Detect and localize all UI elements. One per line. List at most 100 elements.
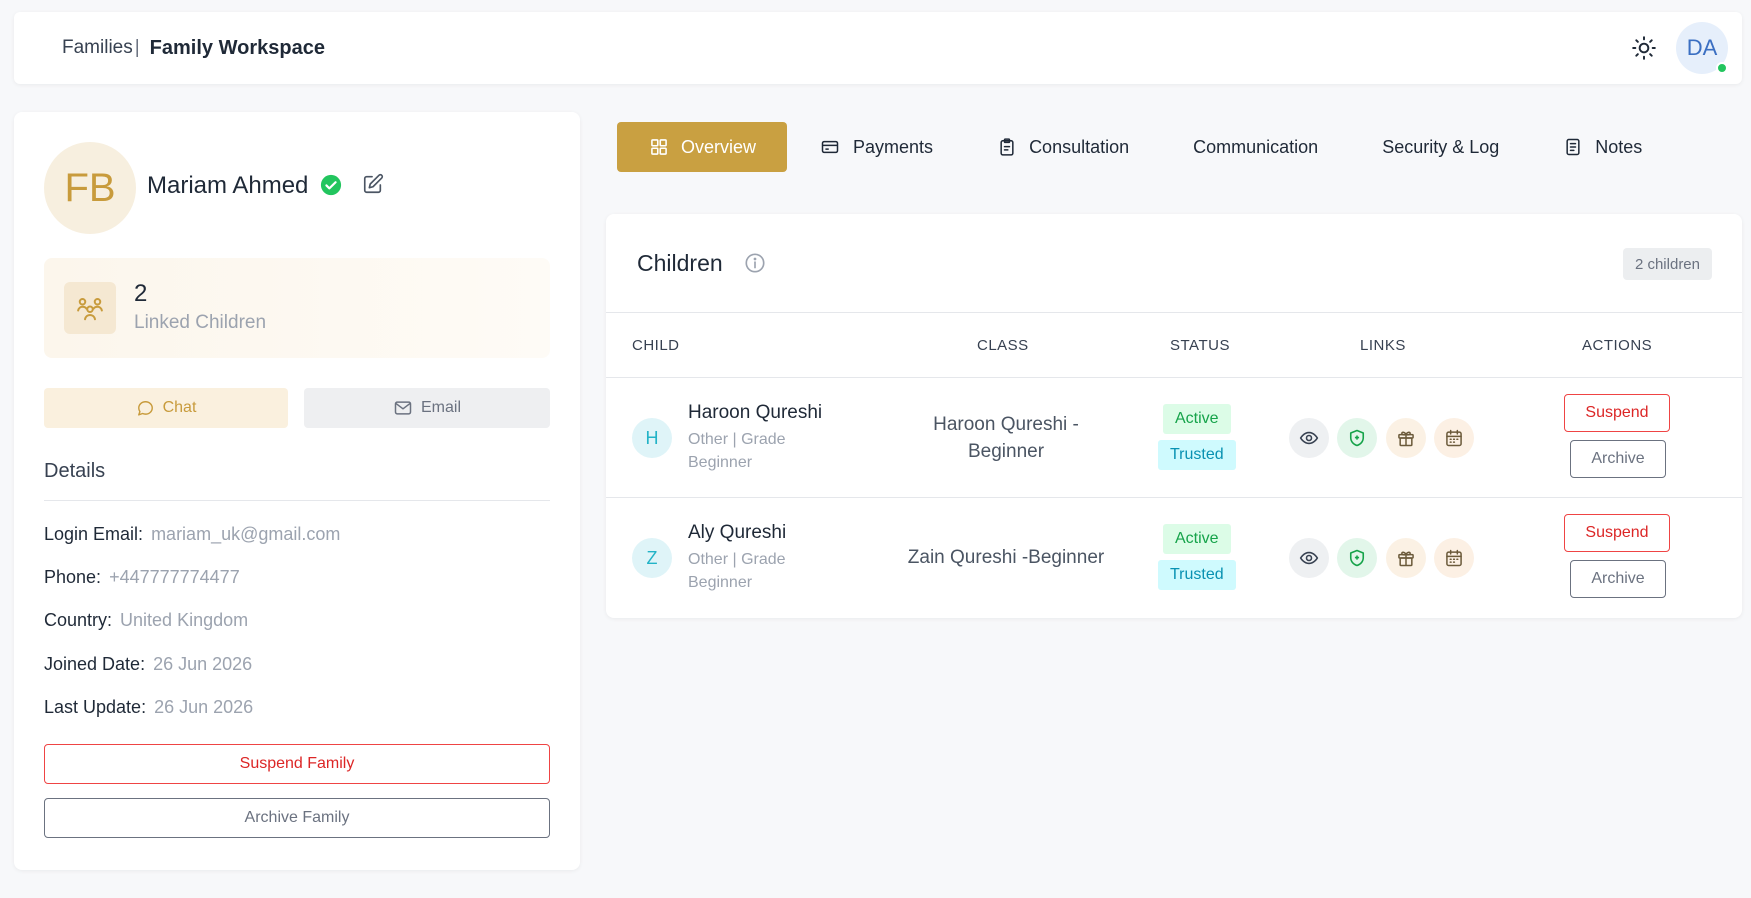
column-header-status: STATUS [1170, 337, 1230, 354]
chat-button[interactable]: Chat [44, 388, 288, 428]
tab-payments[interactable]: Payments [787, 122, 965, 172]
schedule-link-button[interactable] [1434, 538, 1474, 578]
document-icon [1563, 136, 1583, 158]
detail-last-update: Last Update: 26 Jun 2026 [44, 697, 253, 718]
rewards-link-button[interactable] [1386, 418, 1426, 458]
info-icon[interactable] [744, 252, 766, 274]
detail-label: Login Email: [44, 524, 144, 544]
tab-consultation[interactable]: Consultation [965, 122, 1161, 172]
children-card: Children 2 children CHILD CLASS STATUS L… [606, 214, 1742, 618]
tab-label: Notes [1595, 136, 1643, 157]
calendar-icon [1446, 549, 1462, 567]
detail-label: Last Update: [44, 697, 147, 717]
security-link-button[interactable] [1337, 418, 1377, 458]
detail-value: 26 Jun 2026 [154, 697, 254, 717]
mail-icon [393, 398, 413, 418]
child-subtitle: Other | Grade Beginner [688, 551, 786, 591]
suspend-child-button[interactable]: Suspend [1564, 394, 1670, 432]
online-status-dot [1716, 62, 1728, 74]
child-subtitle: Other | Grade Beginner [688, 431, 786, 471]
detail-joined-date: Joined Date: 26 Jun 2026 [44, 654, 252, 675]
child-avatar: Z [632, 538, 672, 578]
user-initials: DA [1686, 35, 1718, 60]
chat-button-label: Chat [162, 399, 197, 416]
family-profile-panel: FB Mariam Ahmed 2 Linked Children Chat E… [14, 112, 580, 870]
sun-icon [1632, 36, 1656, 60]
linked-children-count: 2 [134, 280, 148, 307]
children-count-badge: 2 children [1622, 248, 1712, 280]
detail-login-email: Login Email: mariam_uk@gmail.com [44, 524, 340, 545]
schedule-link-button[interactable] [1434, 418, 1474, 458]
detail-label: Joined Date: [44, 654, 146, 674]
status-badge-active: Active [1163, 404, 1231, 434]
grid-icon [649, 137, 669, 157]
child-class: Haroon Qureshi - Beginner [933, 414, 1079, 462]
email-button-label: Email [420, 399, 461, 416]
suspend-child-button[interactable]: Suspend [1564, 514, 1670, 552]
eye-icon [1299, 551, 1319, 565]
detail-country: Country: United Kingdom [44, 610, 248, 631]
security-link-button[interactable] [1337, 538, 1377, 578]
view-link-button[interactable] [1289, 538, 1329, 578]
detail-value[interactable]: mariam_uk@gmail.com [151, 524, 340, 544]
table-row: Z Aly Qureshi Other | Grade Beginner Zai… [606, 498, 1742, 618]
tab-notes[interactable]: Notes [1531, 122, 1674, 172]
family-name: Mariam Ahmed [147, 172, 309, 199]
table-row: H Haroon Qureshi Other | Grade Beginner … [606, 378, 1742, 498]
tab-label: Overview [681, 136, 757, 157]
detail-value: 26 Jun 2026 [153, 654, 253, 674]
verified-icon [320, 174, 342, 196]
child-class: Zain Qureshi -Beginner [907, 547, 1105, 568]
email-button[interactable]: Email [304, 388, 550, 428]
gift-icon [1398, 431, 1414, 447]
details-heading: Details [44, 460, 106, 482]
workspace-tabs: Overview Payments Consultation Communica… [617, 122, 1674, 172]
linked-children-card: 2 Linked Children [44, 258, 550, 358]
clipboard-icon [997, 136, 1017, 158]
topbar-actions: DA [1626, 22, 1728, 74]
rewards-link-button[interactable] [1386, 538, 1426, 578]
tab-label: Communication [1193, 136, 1319, 157]
detail-phone: Phone: +447777774477 [44, 567, 240, 588]
gift-icon [1398, 551, 1414, 567]
archive-child-button[interactable]: Archive [1570, 440, 1666, 478]
linked-children-label: Linked Children [134, 312, 267, 333]
child-avatar: H [632, 418, 672, 458]
breadcrumb-separator: | [134, 37, 140, 58]
detail-value: +447777774477 [109, 567, 240, 587]
page-title: Family Workspace [149, 36, 325, 59]
edit-icon[interactable] [362, 173, 384, 195]
top-bar: Families | Family Workspace DA [14, 12, 1742, 84]
status-badge-trusted: Trusted [1158, 560, 1236, 590]
breadcrumb-families[interactable]: Families [62, 37, 133, 59]
column-header-child: CHILD [632, 337, 680, 354]
status-badge-active: Active [1163, 524, 1231, 554]
detail-value: United Kingdom [120, 610, 249, 630]
detail-label: Phone: [44, 567, 102, 587]
chat-icon [136, 399, 155, 418]
children-heading: Children [637, 250, 723, 276]
eye-icon [1299, 431, 1319, 445]
theme-toggle-button[interactable] [1626, 30, 1662, 66]
detail-label: Country: [44, 610, 113, 630]
tab-overview[interactable]: Overview [617, 122, 788, 172]
view-link-button[interactable] [1289, 418, 1329, 458]
table-header: CHILD CLASS STATUS LINKS ACTIONS [606, 312, 1742, 378]
shield-icon [1349, 549, 1365, 567]
tab-label: Payments [853, 136, 934, 157]
card-icon [819, 137, 841, 157]
tab-security-log[interactable]: Security & Log [1350, 122, 1531, 172]
archive-child-button[interactable]: Archive [1570, 560, 1666, 598]
shield-icon [1349, 429, 1365, 447]
calendar-icon [1446, 429, 1462, 447]
suspend-family-button[interactable]: Suspend Family [44, 744, 550, 784]
status-badge-trusted: Trusted [1158, 440, 1236, 470]
column-header-class: CLASS [977, 337, 1029, 354]
column-header-actions: ACTIONS [1582, 337, 1653, 354]
user-avatar[interactable]: DA [1676, 22, 1728, 74]
tab-communication[interactable]: Communication [1161, 122, 1350, 172]
archive-family-button[interactable]: Archive Family [44, 798, 550, 838]
child-name[interactable]: Haroon Qureshi [688, 402, 822, 424]
child-name[interactable]: Aly Qureshi [688, 522, 786, 544]
family-group-icon [64, 282, 116, 334]
